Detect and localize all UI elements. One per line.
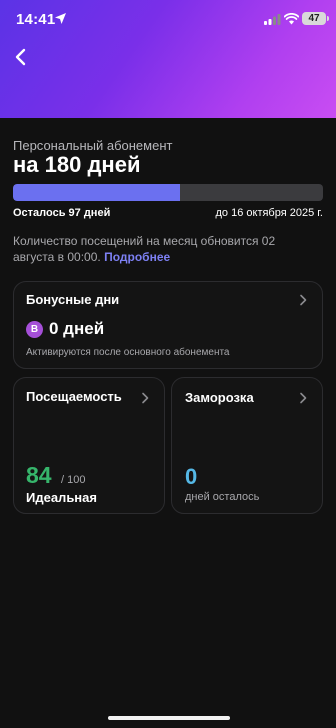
attendance-status: Идеальная [26, 490, 97, 505]
signal-icon [264, 14, 281, 25]
plan-subtitle: Персональный абонемент [13, 138, 173, 153]
chevron-right-icon [142, 392, 149, 404]
status-bar: 14:41 47 [0, 0, 336, 40]
status-time: 14:41 [16, 11, 56, 28]
bonus-days-title: Бонусные дни [26, 292, 120, 307]
visits-info: Количество посещений на месяц обновится … [13, 233, 313, 265]
freeze-description: дней осталось [185, 491, 260, 503]
subscription-progress-fill [13, 184, 181, 201]
bonus-badge-icon: B [26, 321, 43, 338]
bonus-days-description: Активируются после основного абонемента [26, 347, 230, 358]
plan-title: на 180 дней [13, 152, 141, 177]
bonus-days-value: 0 дней [49, 319, 105, 338]
more-link[interactable]: Подробнее [104, 250, 170, 264]
freeze-title: Заморозка [185, 390, 254, 405]
chevron-right-icon [300, 294, 307, 306]
freeze-value: 0 [185, 464, 198, 489]
home-indicator[interactable] [108, 716, 230, 720]
days-remaining: Осталось 97 дней [13, 207, 111, 219]
location-arrow-icon [55, 13, 66, 24]
attendance-value: 84 [26, 462, 52, 488]
bonus-days-card[interactable]: Бонусные дни B 0 дней Активируются после… [13, 281, 323, 369]
back-button[interactable] [10, 46, 32, 68]
chevron-right-icon [300, 392, 307, 404]
subscription-progress-bar [13, 184, 323, 201]
freeze-card[interactable]: Заморозка 0 дней осталось [171, 377, 323, 514]
attendance-max: / 100 [61, 474, 86, 486]
wifi-icon [284, 13, 299, 25]
attendance-card[interactable]: Посещаемость 84 / 100 Идеальная [13, 377, 165, 514]
attendance-title: Посещаемость [26, 389, 122, 404]
expiry-date: до 16 октября 2025 г. [215, 207, 324, 219]
screen: 14:41 47 Персональный абонемент на 180 д… [0, 0, 336, 728]
battery-icon: 47 [302, 12, 329, 25]
